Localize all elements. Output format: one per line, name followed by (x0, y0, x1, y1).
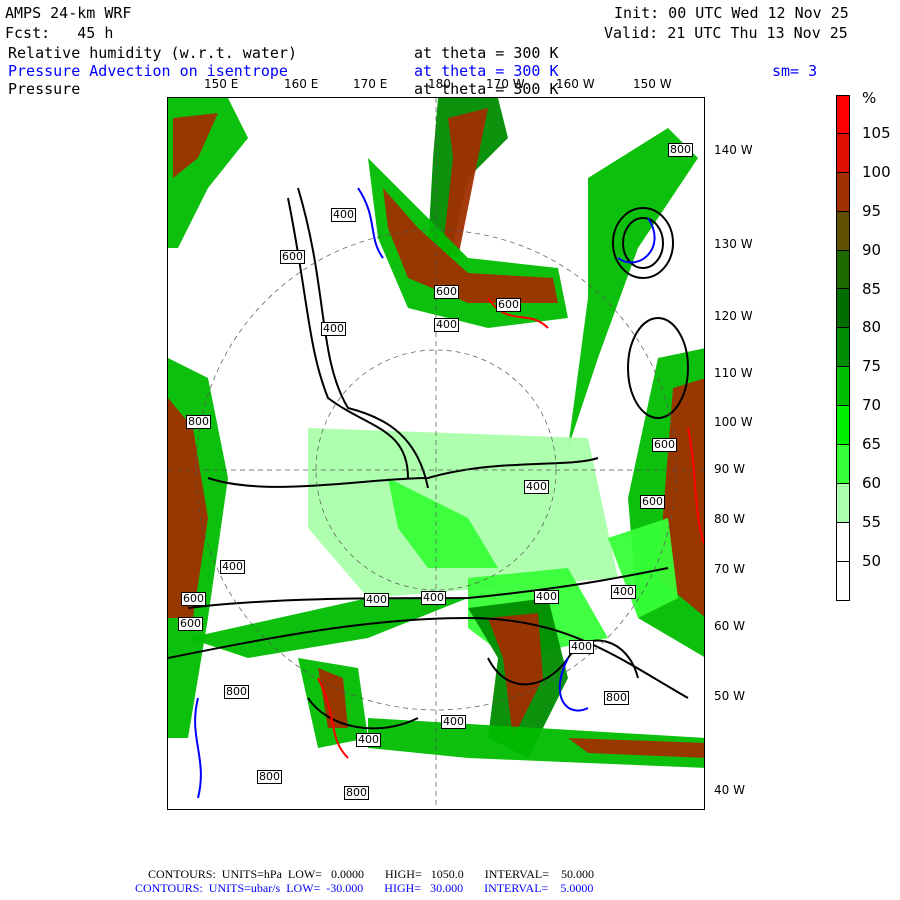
colorbar (836, 95, 850, 601)
lon-label: 170 W (486, 77, 525, 91)
contour-label: 400 (569, 640, 594, 654)
colorbar-segment (836, 289, 850, 329)
lon-label: 160 E (284, 77, 319, 91)
colorbar-segment (836, 211, 850, 251)
colorbar-segment (836, 483, 850, 523)
map-plot-area[interactable]: 800 400 600 600 600 400 400 800 600 400 … (167, 97, 705, 810)
contour-label: 800 (344, 786, 369, 800)
colorbar-segment (836, 406, 850, 446)
contour-label: 800 (224, 685, 249, 699)
colorbar-segment (836, 250, 850, 290)
contour-label: 400 (220, 560, 245, 574)
lon-label: 140 W (714, 143, 753, 157)
contour-label: 400 (321, 322, 346, 336)
lon-label: 130 W (714, 237, 753, 251)
contour-label: 400 (524, 480, 549, 494)
init-time: Init: 00 UTC Wed 12 Nov 25 (614, 4, 849, 22)
smoothing-label: sm= 3 (772, 62, 818, 80)
colorbar-segment (836, 522, 850, 562)
contour-label: 600 (434, 285, 459, 299)
colorbar-segment (836, 328, 850, 368)
colorbar-segment (836, 561, 850, 601)
colorbar-segment (836, 445, 850, 484)
lon-label: 180 (428, 77, 451, 91)
lon-label: 170 E (353, 77, 388, 91)
contour-label: 600 (652, 438, 677, 452)
lon-label: 60 W (714, 619, 745, 633)
lon-label: 150 E (204, 77, 239, 91)
colorbar-segment (836, 367, 850, 407)
colorbar-unit: % (862, 89, 877, 107)
colorbar-label: 75 (862, 357, 882, 376)
colorbar-label: 90 (862, 240, 882, 259)
colorbar-label: 105 (862, 123, 891, 142)
field-rh-level: at theta = 300 K (414, 44, 559, 62)
lon-label: 50 W (714, 689, 745, 703)
lon-label: 80 W (714, 512, 745, 526)
field-rh-title: Relative humidity (w.r.t. water) (8, 44, 297, 62)
contour-label: 600 (178, 617, 203, 631)
contour-label: 600 (640, 495, 665, 509)
humidity-shading (168, 98, 704, 768)
contour-label: 400 (421, 591, 446, 605)
lon-label: 110 W (714, 366, 753, 380)
contour-label: 400 (441, 715, 466, 729)
contour-label: 600 (496, 298, 521, 312)
model-title: AMPS 24-km WRF (5, 4, 132, 22)
contour-label: 800 (186, 415, 211, 429)
colorbar-segment (836, 172, 850, 212)
colorbar-label: 95 (862, 201, 882, 220)
lon-label: 120 W (714, 309, 753, 323)
contour-label: 800 (257, 770, 282, 784)
colorbar-label: 55 (862, 512, 882, 531)
valid-time: Valid: 21 UTC Thu 13 Nov 25 (604, 24, 848, 42)
contour-label: 800 (668, 143, 693, 157)
lon-label: 150 W (633, 77, 672, 91)
contour-label: 400 (434, 318, 459, 332)
colorbar-label: 100 (862, 162, 891, 181)
colorbar-label: 80 (862, 318, 882, 337)
lon-label: 70 W (714, 562, 745, 576)
lon-label: 40 W (714, 783, 745, 797)
colorbar-label: 85 (862, 279, 882, 298)
field-advection-title: Pressure Advection on isentrope (8, 62, 288, 80)
colorbar-label: 50 (862, 551, 882, 570)
advection-contour-info: CONTOURS: UNITS=ubar/s LOW= -30.000 HIGH… (135, 881, 594, 895)
forecast-hour: Fcst: 45 h (5, 24, 114, 42)
contour-label: 400 (331, 208, 356, 222)
pressure-contour-info: CONTOURS: UNITS=hPa LOW= 0.0000 HIGH= 10… (148, 867, 594, 881)
colorbar-label: 65 (862, 435, 882, 454)
colorbar-segment (836, 95, 850, 134)
contour-label: 400 (364, 593, 389, 607)
contour-label: 400 (534, 590, 559, 604)
lon-label: 160 W (556, 77, 595, 91)
lon-label: 90 W (714, 462, 745, 476)
contour-label: 800 (604, 691, 629, 705)
colorbar-label: 60 (862, 474, 882, 492)
colorbar-label: 70 (862, 396, 882, 415)
contour-label: 600 (280, 250, 305, 264)
lon-label: 100 W (714, 415, 753, 429)
field-pressure-title: Pressure (8, 80, 81, 98)
contour-label: 400 (611, 585, 636, 599)
contour-label: 400 (356, 733, 381, 747)
colorbar-segment (836, 133, 850, 173)
contour-label: 600 (181, 592, 206, 606)
